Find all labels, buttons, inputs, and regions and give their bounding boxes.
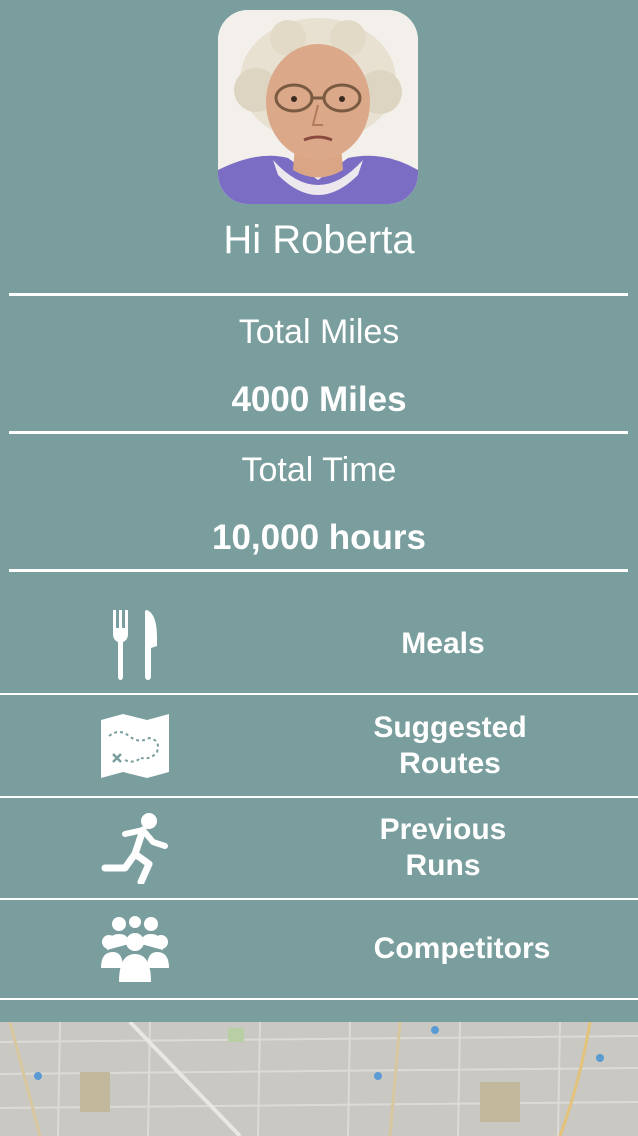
menu-item-suggested-routes[interactable]: Suggested Routes xyxy=(0,695,638,796)
fork-knife-icon xyxy=(90,596,180,692)
total-miles-value: 4000 Miles xyxy=(231,380,407,419)
total-time-label: Total Time xyxy=(241,451,397,489)
runner-icon xyxy=(90,798,180,898)
divider xyxy=(9,431,628,434)
greeting-text: Hi Roberta xyxy=(223,218,415,262)
group-icon xyxy=(90,900,180,998)
treasure-map-icon xyxy=(90,695,180,796)
profile-avatar xyxy=(218,10,418,204)
menu-item-label: Suggested Routes xyxy=(373,710,527,780)
total-time-value: 10,000 hours xyxy=(212,518,426,557)
divider xyxy=(9,569,628,572)
total-miles-label: Total Miles xyxy=(238,313,400,351)
menu-item-label: Competitors xyxy=(373,932,551,965)
menu-item-meals[interactable]: Meals xyxy=(0,596,638,692)
menu-item-previous-runs[interactable]: Previous Runs xyxy=(0,798,638,898)
map-preview[interactable] xyxy=(0,1022,638,1136)
menu-item-label: Meals xyxy=(401,627,485,660)
divider xyxy=(9,293,628,296)
divider xyxy=(0,998,638,1000)
menu-item-label: Previous Runs xyxy=(379,813,507,882)
menu-item-competitors[interactable]: Competitors xyxy=(0,900,638,998)
